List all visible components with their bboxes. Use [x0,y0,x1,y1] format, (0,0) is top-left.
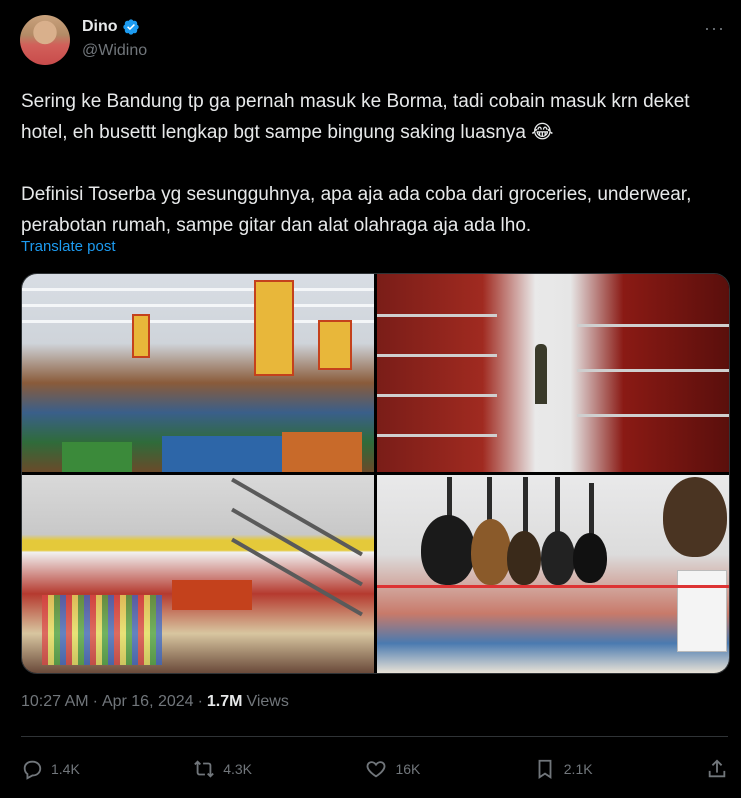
more-dots-icon[interactable]: ··· [704,18,725,39]
action-bar: 1.4K 4.3K 16K 2.1K [21,754,728,784]
post-time[interactable]: 10:27 AM [21,693,89,711]
meta-separator: · [92,693,98,710]
bookmark-button[interactable]: 2.1K [534,758,593,780]
media-grid [21,273,730,674]
bookmark-count: 2.1K [563,761,593,777]
author-display-name[interactable]: Dino [82,18,118,36]
meta-separator-2: · [197,693,203,710]
verified-badge-icon[interactable] [122,18,140,36]
like-count: 16K [395,761,421,777]
like-button[interactable]: 16K [365,758,420,780]
translate-post-link[interactable]: Translate post [21,238,116,255]
author-name-row: Dino [82,18,140,36]
share-icon [708,759,726,778]
post-meta: 10:27 AM · Apr 16, 2024 · 1.7M Views [21,693,289,711]
like-icon [367,761,386,778]
divider-top [21,736,728,737]
photo-stationery-stairs[interactable] [22,475,374,673]
share-button[interactable] [706,758,728,780]
avatar[interactable] [20,15,70,65]
bookmark-icon [538,759,552,779]
views-label: Views [246,693,289,710]
reply-count: 1.4K [51,761,80,777]
photo-guitars[interactable] [377,475,729,673]
tweet-text: Sering ke Bandung tp ga pernah masuk ke … [21,91,692,236]
views-count: 1.7M [206,693,243,710]
repost-icon [194,760,215,778]
reply-icon [23,760,42,780]
photo-store-interior[interactable] [22,274,374,472]
author-handle[interactable]: @Widino [82,42,147,60]
repost-count: 4.3K [223,761,253,777]
photo-red-aisle[interactable] [377,274,729,472]
repost-button[interactable]: 4.3K [193,758,252,780]
post-date[interactable]: Apr 16, 2024 [102,693,194,711]
reply-button[interactable]: 1.4K [21,758,80,780]
